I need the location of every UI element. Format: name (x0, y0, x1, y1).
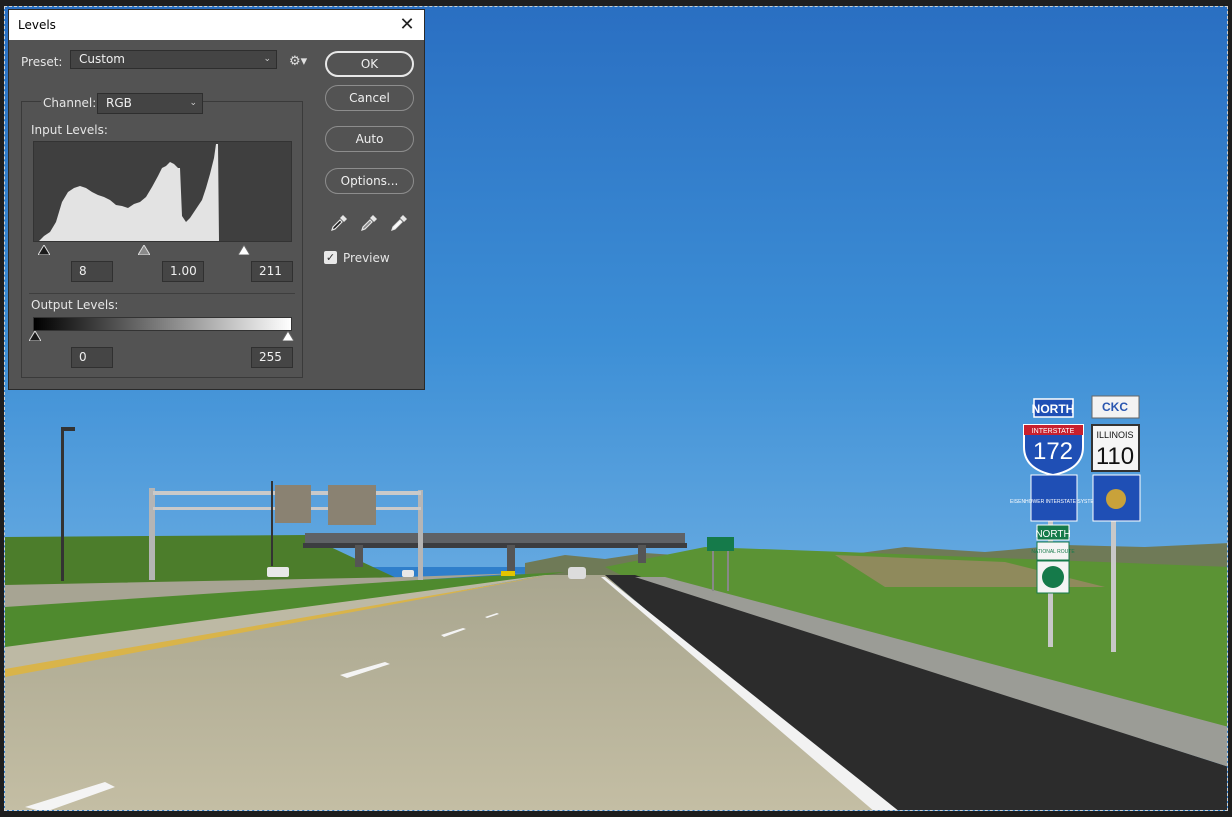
preview-checkbox[interactable]: ✓ (324, 251, 337, 264)
gear-icon[interactable]: ⚙▾ (289, 54, 307, 69)
ckc-sign: CKC (1102, 400, 1128, 414)
north-sign-lower: NORTH (1035, 529, 1070, 540)
gray-point-eyedropper-icon[interactable] (359, 213, 379, 233)
preview-label: Preview (343, 251, 390, 265)
auto-button[interactable]: Auto (325, 126, 414, 152)
output-levels-label: Output Levels: (31, 298, 119, 312)
output-white-handle[interactable] (282, 331, 294, 341)
input-gamma-field[interactable]: 1.00 (162, 261, 204, 282)
national-route-sign: NATIONAL ROUTE (1031, 549, 1075, 555)
dialog-title: Levels (18, 18, 56, 32)
white-point-eyedropper-icon[interactable] (389, 213, 409, 233)
input-gamma-handle[interactable] (138, 245, 150, 255)
options-button[interactable]: Options... (325, 168, 414, 194)
channel-label: Channel: (41, 96, 99, 110)
input-white-handle[interactable] (238, 245, 250, 255)
chevron-down-icon: ⌄ (263, 54, 271, 64)
input-white-field[interactable]: 211 (251, 261, 293, 282)
close-icon[interactable]: ✕ (396, 14, 418, 36)
north-sign-top: NORTH (1032, 402, 1075, 416)
input-levels-label: Input Levels: (31, 123, 108, 137)
cancel-button[interactable]: Cancel (325, 85, 414, 111)
ok-button[interactable]: OK (325, 51, 414, 77)
eisenhower-sign: EISENHOWER INTERSTATE SYSTEM (1010, 499, 1098, 505)
interstate-band: INTERSTATE (1032, 428, 1075, 435)
preset-dropdown[interactable]: Custom ⌄ (70, 50, 277, 69)
channel-value: RGB (106, 96, 132, 110)
preset-label: Preset: (21, 55, 63, 69)
dialog-titlebar[interactable]: Levels ✕ (9, 10, 424, 40)
input-black-handle[interactable] (38, 245, 50, 255)
illinois-label: ILLINOIS (1096, 430, 1133, 440)
output-black-handle[interactable] (29, 331, 41, 341)
preset-value: Custom (79, 52, 125, 66)
channel-dropdown[interactable]: RGB ⌄ (97, 93, 203, 114)
output-gradient (33, 317, 292, 331)
black-point-eyedropper-icon[interactable] (329, 213, 349, 233)
histogram-graph (34, 144, 219, 241)
histogram (33, 141, 292, 242)
levels-dialog: Levels ✕ Preset: Custom ⌄ ⚙▾ Channel: RG… (8, 9, 425, 390)
divider (29, 293, 295, 294)
output-black-field[interactable]: 0 (71, 347, 113, 368)
chevron-down-icon: ⌄ (189, 98, 197, 108)
illinois-number: 110 (1096, 443, 1134, 470)
output-white-field[interactable]: 255 (251, 347, 293, 368)
input-black-field[interactable]: 8 (71, 261, 113, 282)
interstate-number: 172 (1033, 438, 1073, 465)
